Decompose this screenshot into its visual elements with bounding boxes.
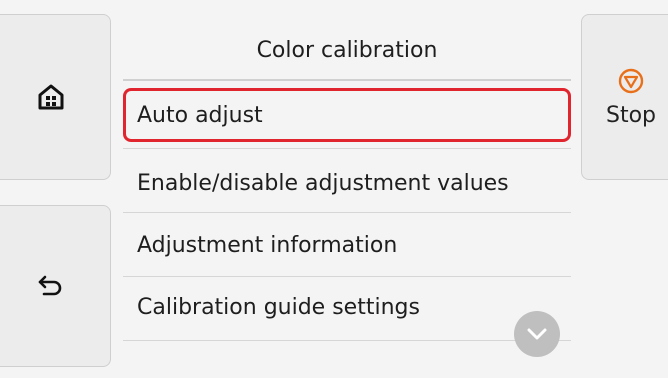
menu-item-adjustment-information[interactable]: Adjustment information (123, 218, 571, 272)
menu-item-enable-disable-adjustment-values[interactable]: Enable/disable adjustment values (123, 156, 571, 210)
stop-icon (617, 67, 645, 99)
menu-item-calibration-guide-settings[interactable]: Calibration guide settings (123, 280, 571, 334)
menu-divider (123, 276, 571, 277)
menu-divider (123, 148, 571, 149)
home-button[interactable] (0, 14, 111, 180)
back-button[interactable] (0, 205, 111, 367)
menu-divider (123, 212, 571, 213)
stop-button[interactable]: Stop (581, 14, 668, 180)
home-icon (38, 84, 64, 110)
chevron-down-icon (527, 325, 547, 344)
back-arrow-icon (38, 275, 64, 297)
scroll-down-button[interactable] (514, 311, 560, 357)
title-divider (123, 79, 571, 81)
stop-label: Stop (605, 102, 656, 128)
menu-panel: Color calibration Auto adjust Enable/dis… (123, 0, 571, 378)
menu-divider (123, 340, 571, 341)
page-title: Color calibration (256, 38, 438, 63)
menu-item-auto-adjust[interactable]: Auto adjust (123, 88, 571, 142)
